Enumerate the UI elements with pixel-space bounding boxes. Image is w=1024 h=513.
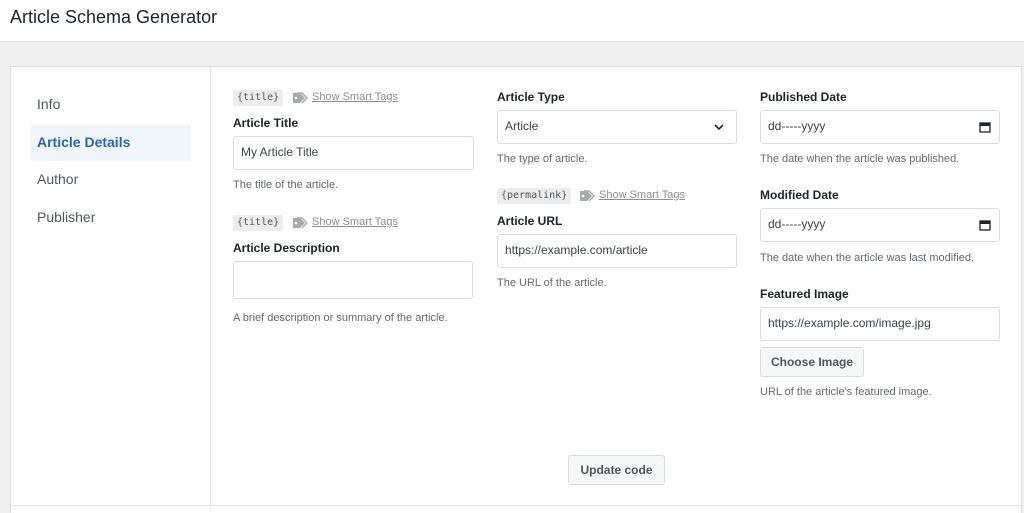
settings-panel: Info Article Details Author Publisher {t… (10, 66, 1023, 513)
sidebar-item-info[interactable]: Info (31, 87, 191, 123)
published-date-value: dd-----yyyy (768, 119, 826, 133)
update-code-button[interactable]: Update code (568, 455, 665, 485)
article-title-input[interactable]: My Article Title (233, 136, 474, 170)
article-type-help: The type of article. (497, 153, 588, 165)
chevron-down-icon (714, 124, 724, 131)
panel-footer-divider (11, 505, 1023, 506)
published-date-label: Published Date (760, 90, 847, 104)
article-description-input[interactable] (233, 261, 473, 299)
tag-icon (580, 190, 595, 202)
featured-image-help: URL of the article's featured image. (760, 386, 932, 398)
featured-image-input[interactable]: https://example.com/image.jpg (760, 307, 1000, 341)
article-url-help: The URL of the article. (497, 277, 607, 289)
smart-tag-description: {title} (233, 215, 284, 231)
show-smart-tags-link-url[interactable]: Show Smart Tags (599, 189, 685, 201)
tag-icon (293, 92, 308, 104)
calendar-icon[interactable] (979, 121, 991, 133)
article-description-label: Article Description (233, 241, 340, 255)
article-type-value: Article (505, 119, 539, 133)
published-date-input[interactable]: dd-----yyyy (760, 110, 1000, 144)
sidebar-item-publisher[interactable]: Publisher (31, 200, 191, 236)
sidebar-item-author[interactable]: Author (31, 162, 191, 198)
article-title-help: The title of the article. (233, 179, 339, 191)
article-description-help: A brief description or summary of the ar… (233, 312, 448, 324)
sidebar-nav: Info Article Details Author Publisher (11, 67, 211, 507)
sidebar-item-article-details[interactable]: Article Details (31, 125, 191, 161)
smart-tag-title: {title} (233, 90, 284, 106)
modified-date-input[interactable]: dd-----yyyy (760, 208, 1000, 242)
published-date-help: The date when the article was published. (760, 153, 960, 165)
choose-image-button[interactable]: Choose Image (760, 347, 864, 377)
article-type-select[interactable]: Article (497, 110, 737, 144)
modified-date-help: The date when the article was last modif… (760, 252, 975, 264)
smart-tag-permalink: {permalink} (497, 188, 572, 204)
article-url-input[interactable]: https://example.com/article (497, 234, 737, 268)
modified-date-value: dd-----yyyy (768, 217, 826, 231)
show-smart-tags-link-description[interactable]: Show Smart Tags (312, 216, 398, 228)
top-bar: Article Schema Generator (0, 0, 1024, 42)
page-title: Article Schema Generator (10, 7, 218, 27)
article-type-label: Article Type (497, 90, 565, 104)
featured-image-label: Featured Image (760, 287, 849, 301)
tag-icon (293, 217, 308, 229)
article-title-label: Article Title (233, 116, 299, 130)
calendar-icon[interactable] (979, 219, 991, 231)
article-url-label: Article URL (497, 214, 563, 228)
modified-date-label: Modified Date (760, 188, 839, 202)
show-smart-tags-link-title[interactable]: Show Smart Tags (312, 91, 398, 103)
